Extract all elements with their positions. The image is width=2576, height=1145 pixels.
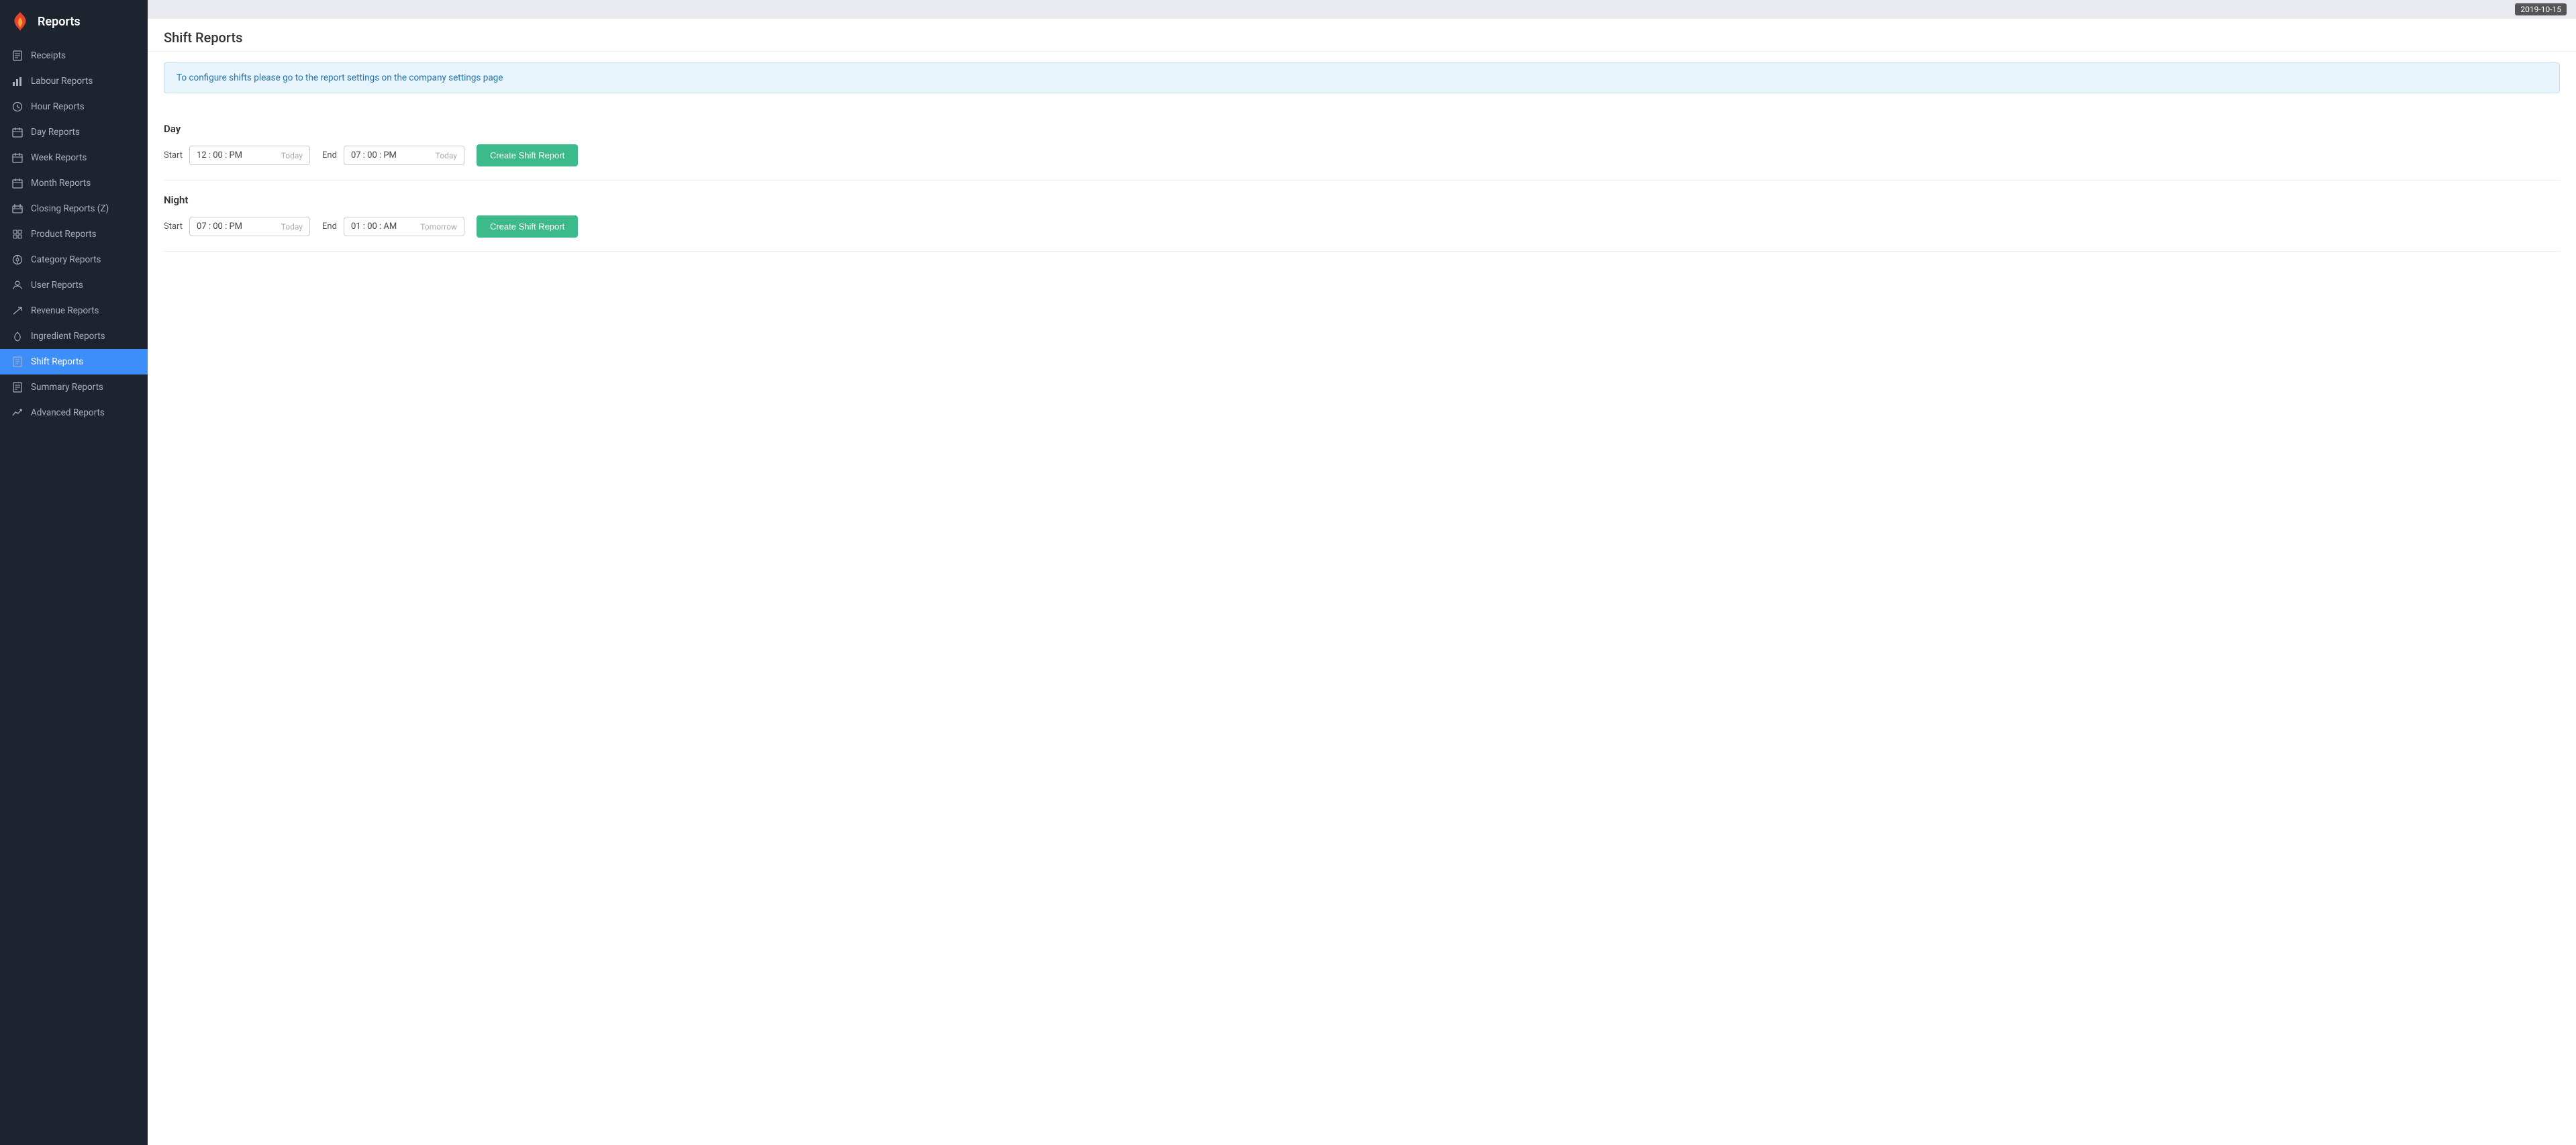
sidebar: Reports Receipts Labour Reports Hour Rep…	[0, 0, 148, 1145]
sidebar-item-day-reports[interactable]: Day Reports	[0, 119, 148, 145]
start-label: Start	[164, 150, 183, 160]
sidebar-item-labour-reports[interactable]: Labour Reports	[0, 68, 148, 94]
sidebar-item-label: Receipts	[31, 50, 137, 61]
start-time-input-day[interactable]: 12 : 00 : PM Today	[189, 146, 310, 165]
end-time-value: 01 : 00 : AM	[351, 221, 416, 232]
shift-name-day: Day	[164, 123, 2560, 135]
sidebar-item-label: Advanced Reports	[31, 407, 137, 418]
week-icon	[11, 152, 24, 163]
sidebar-item-revenue-reports[interactable]: Revenue Reports	[0, 298, 148, 323]
app-logo	[9, 11, 31, 32]
end-label: End	[322, 221, 337, 232]
top-bar: 2019-10-15	[148, 0, 2576, 19]
category-icon	[11, 254, 24, 265]
sidebar-item-month-reports[interactable]: Month Reports	[0, 170, 148, 196]
start-field-group: Start 12 : 00 : PM Today	[164, 146, 310, 165]
sidebar-item-receipts[interactable]: Receipts	[0, 43, 148, 68]
sidebar-item-label: Closing Reports (Z)	[31, 203, 137, 214]
sidebar-item-advanced-reports[interactable]: Advanced Reports	[0, 400, 148, 426]
closing-icon	[11, 203, 24, 214]
end-label: End	[322, 150, 337, 160]
revenue-icon	[11, 305, 24, 316]
shift-section-night: Night Start 07 : 00 : PM Today End 01 : …	[164, 181, 2560, 252]
sidebar-item-label: Week Reports	[31, 152, 137, 163]
start-field-group: Start 07 : 00 : PM Today	[164, 217, 310, 236]
advanced-icon	[11, 407, 24, 418]
create-shift-report-button-night[interactable]: Create Shift Report	[477, 215, 578, 238]
start-time-value: 07 : 00 : PM	[197, 221, 277, 232]
sidebar-item-label: Ingredient Reports	[31, 331, 137, 342]
sidebar-item-label: Hour Reports	[31, 101, 137, 112]
end-field-group: End 01 : 00 : AM Tomorrow	[322, 217, 464, 236]
app-title: Reports	[38, 15, 81, 29]
start-time-day: Today	[281, 151, 303, 160]
page-title: Shift Reports	[164, 30, 242, 46]
sidebar-item-user-reports[interactable]: User Reports	[0, 272, 148, 298]
sidebar-header: Reports	[0, 0, 148, 43]
summary-icon	[11, 382, 24, 393]
page-header: Shift Reports	[148, 19, 2576, 52]
start-time-day: Today	[281, 222, 303, 232]
start-time-input-night[interactable]: 07 : 00 : PM Today	[189, 217, 310, 236]
end-field-group: End 07 : 00 : PM Today	[322, 146, 464, 165]
ingredient-icon	[11, 331, 24, 342]
sidebar-item-week-reports[interactable]: Week Reports	[0, 145, 148, 170]
start-label: Start	[164, 221, 183, 232]
sidebar-item-hour-reports[interactable]: Hour Reports	[0, 94, 148, 119]
sidebar-item-category-reports[interactable]: Category Reports	[0, 247, 148, 272]
sidebar-item-product-reports[interactable]: Product Reports	[0, 221, 148, 247]
day-icon	[11, 127, 24, 138]
shift-icon	[11, 356, 24, 367]
end-time-input-night[interactable]: 01 : 00 : AM Tomorrow	[344, 217, 464, 236]
sidebar-item-label: Labour Reports	[31, 76, 137, 87]
labour-icon	[11, 76, 24, 87]
shifts-container: Day Start 12 : 00 : PM Today End 07 : 00…	[148, 104, 2576, 257]
shift-name-night: Night	[164, 194, 2560, 206]
sidebar-item-summary-reports[interactable]: Summary Reports	[0, 375, 148, 400]
sidebar-item-label: Product Reports	[31, 229, 137, 240]
sidebar-item-shift-reports[interactable]: Shift Reports	[0, 349, 148, 375]
end-time-input-day[interactable]: 07 : 00 : PM Today	[344, 146, 464, 165]
month-icon	[11, 178, 24, 189]
receipt-icon	[11, 50, 24, 61]
shift-section-day: Day Start 12 : 00 : PM Today End 07 : 00…	[164, 109, 2560, 181]
start-time-value: 12 : 00 : PM	[197, 150, 277, 160]
date-badge: 2019-10-15	[2515, 3, 2567, 15]
end-time-day: Today	[436, 151, 457, 160]
sidebar-item-closing-reports[interactable]: Closing Reports (Z)	[0, 196, 148, 221]
sidebar-item-label: Revenue Reports	[31, 305, 137, 316]
sidebar-item-label: Shift Reports	[31, 356, 137, 367]
end-time-day: Tomorrow	[420, 222, 457, 232]
sidebar-nav: Receipts Labour Reports Hour Reports Day…	[0, 43, 148, 426]
sidebar-item-label: Summary Reports	[31, 382, 137, 393]
sidebar-item-label: Category Reports	[31, 254, 137, 265]
end-time-value: 07 : 00 : PM	[351, 150, 432, 160]
hour-icon	[11, 101, 24, 112]
shift-row-day: Start 12 : 00 : PM Today End 07 : 00 : P…	[164, 144, 2560, 166]
sidebar-item-label: Day Reports	[31, 127, 137, 138]
sidebar-item-ingredient-reports[interactable]: Ingredient Reports	[0, 323, 148, 349]
sidebar-item-label: Month Reports	[31, 178, 137, 189]
sidebar-item-label: User Reports	[31, 280, 137, 291]
main-content: 2019-10-15 Shift Reports To configure sh…	[148, 0, 2576, 1145]
create-shift-report-button-day[interactable]: Create Shift Report	[477, 144, 578, 166]
info-banner: To configure shifts please go to the rep…	[164, 62, 2560, 93]
product-icon	[11, 229, 24, 240]
user-icon	[11, 280, 24, 291]
shift-row-night: Start 07 : 00 : PM Today End 01 : 00 : A…	[164, 215, 2560, 238]
